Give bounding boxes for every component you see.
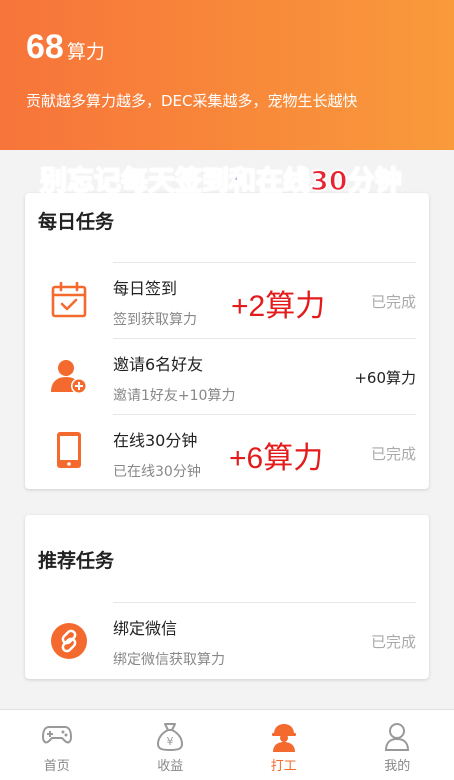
task-subtitle: 签到获取算力 <box>113 309 197 329</box>
task-annotation: +6算力 <box>229 433 323 477</box>
tab-home[interactable]: 首页 <box>0 710 114 780</box>
tab-label: 我的 <box>341 755 454 774</box>
recommended-tasks-title: 推荐任务 <box>38 546 114 573</box>
header-slogan: 贡献越多算力越多，DEC采集越多，宠物生长越快 <box>26 90 358 111</box>
task-status: 已完成 <box>371 443 416 464</box>
phone-icon <box>49 430 89 470</box>
bottom-tab-bar: 首页 ¥ 收益 打工 我的 <box>0 709 454 780</box>
user-icon <box>384 722 410 752</box>
recommended-tasks-card: 推荐任务 绑定微信 绑定微信获取算力 已完成 <box>25 515 429 679</box>
tab-mine[interactable]: 我的 <box>341 710 454 780</box>
task-row-invite[interactable]: 邀请6名好友 邀请1好友+10算力 +60算力 <box>113 338 416 415</box>
task-status: 已完成 <box>371 631 416 652</box>
banner-text: 在线30分钟 <box>256 163 402 201</box>
task-title: 绑定微信 <box>113 615 177 639</box>
tab-label: 首页 <box>0 755 114 774</box>
daily-tasks-card: 每日任务 每日签到 签到获取算力 +2算力 已完成 邀请6名好友 邀请1好友+1… <box>25 193 429 489</box>
power-unit: 算力 <box>67 37 105 64</box>
link-icon <box>49 621 89 661</box>
task-subtitle: 绑定微信获取算力 <box>113 649 225 669</box>
task-row-checkin[interactable]: 每日签到 签到获取算力 +2算力 已完成 <box>113 262 416 339</box>
daily-tasks-title: 每日任务 <box>38 207 114 234</box>
tab-label: 打工 <box>227 755 341 774</box>
task-subtitle: 邀请1好友+10算力 <box>113 385 235 405</box>
header: 68 算力 贡献越多算力越多，DEC采集越多，宠物生长越快 <box>0 0 454 150</box>
banner-text: 每天签到 <box>121 163 229 201</box>
money-bag-icon: ¥ <box>156 722 184 752</box>
task-title: 每日签到 <box>113 275 177 299</box>
power-display: 68 算力 <box>26 28 105 67</box>
worker-icon <box>271 722 297 752</box>
promo-banner: 别忘记每天签到和在线30分钟 <box>40 163 420 201</box>
power-value: 68 <box>26 28 64 67</box>
task-annotation: +2算力 <box>231 281 325 325</box>
tab-earnings[interactable]: ¥ 收益 <box>114 710 228 780</box>
add-user-icon <box>49 356 89 396</box>
task-subtitle: 已在线30分钟 <box>113 461 201 481</box>
calendar-check-icon <box>49 280 89 320</box>
banner-text: 别忘记 <box>40 163 121 201</box>
svg-text:¥: ¥ <box>167 735 174 748</box>
tab-label: 收益 <box>114 755 228 774</box>
task-status: 已完成 <box>371 291 416 312</box>
tab-work[interactable]: 打工 <box>227 710 341 780</box>
task-row-online[interactable]: 在线30分钟 已在线30分钟 +6算力 已完成 <box>113 414 416 491</box>
task-row-bind-wechat[interactable]: 绑定微信 绑定微信获取算力 已完成 <box>113 602 416 679</box>
task-reward: +60算力 <box>354 367 416 388</box>
task-title: 在线30分钟 <box>113 427 197 451</box>
gamepad-icon <box>42 722 72 748</box>
task-title: 邀请6名好友 <box>113 351 203 375</box>
banner-text: 和 <box>229 163 256 201</box>
